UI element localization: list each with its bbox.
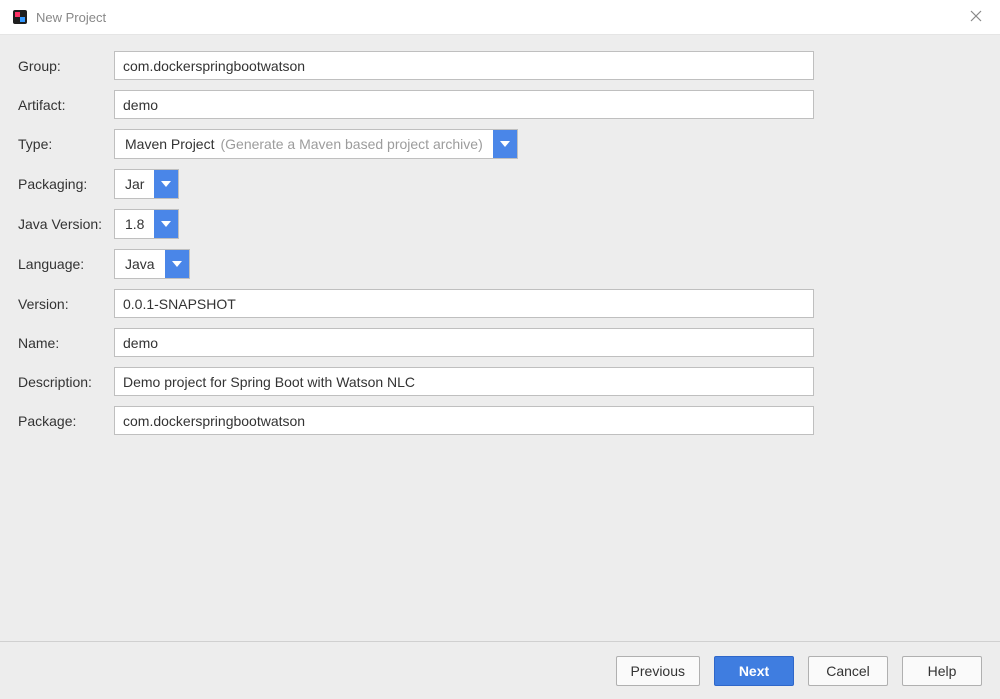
titlebar: New Project xyxy=(0,0,1000,35)
language-label: Language: xyxy=(18,256,114,272)
type-select[interactable]: Maven Project (Generate a Maven based pr… xyxy=(114,129,518,159)
language-select[interactable]: Java xyxy=(114,249,190,279)
next-button[interactable]: Next xyxy=(714,656,794,686)
type-dropdown-button[interactable] xyxy=(493,130,517,158)
chevron-down-icon xyxy=(161,221,171,227)
cancel-button[interactable]: Cancel xyxy=(808,656,888,686)
version-label: Version: xyxy=(18,296,114,312)
previous-button[interactable]: Previous xyxy=(616,656,700,686)
artifact-input[interactable] xyxy=(114,90,814,119)
chevron-down-icon xyxy=(172,261,182,267)
version-input[interactable] xyxy=(114,289,814,318)
java-version-select[interactable]: 1.8 xyxy=(114,209,179,239)
type-label: Type: xyxy=(18,136,114,152)
close-button[interactable] xyxy=(966,6,986,26)
language-dropdown-button[interactable] xyxy=(165,250,189,278)
java-version-dropdown-button[interactable] xyxy=(154,210,178,238)
packaging-dropdown-button[interactable] xyxy=(154,170,178,198)
name-input[interactable] xyxy=(114,328,814,357)
form-panel: Group: Artifact: Type: Maven Project (Ge… xyxy=(0,35,1000,641)
type-hint: (Generate a Maven based project archive) xyxy=(220,136,482,152)
java-version-label: Java Version: xyxy=(18,216,114,232)
artifact-label: Artifact: xyxy=(18,97,114,113)
package-label: Package: xyxy=(18,413,114,429)
package-input[interactable] xyxy=(114,406,814,435)
type-value: Maven Project xyxy=(125,136,214,152)
packaging-select[interactable]: Jar xyxy=(114,169,179,199)
name-label: Name: xyxy=(18,335,114,351)
dialog-footer: Previous Next Cancel Help xyxy=(0,641,1000,699)
java-version-value: 1.8 xyxy=(125,216,144,232)
app-icon xyxy=(12,9,28,25)
chevron-down-icon xyxy=(161,181,171,187)
packaging-label: Packaging: xyxy=(18,176,114,192)
language-value: Java xyxy=(125,256,155,272)
description-input[interactable] xyxy=(114,367,814,396)
window-title: New Project xyxy=(36,10,106,25)
chevron-down-icon xyxy=(500,141,510,147)
description-label: Description: xyxy=(18,374,114,390)
packaging-value: Jar xyxy=(125,176,144,192)
help-button[interactable]: Help xyxy=(902,656,982,686)
group-label: Group: xyxy=(18,58,114,74)
group-input[interactable] xyxy=(114,51,814,80)
